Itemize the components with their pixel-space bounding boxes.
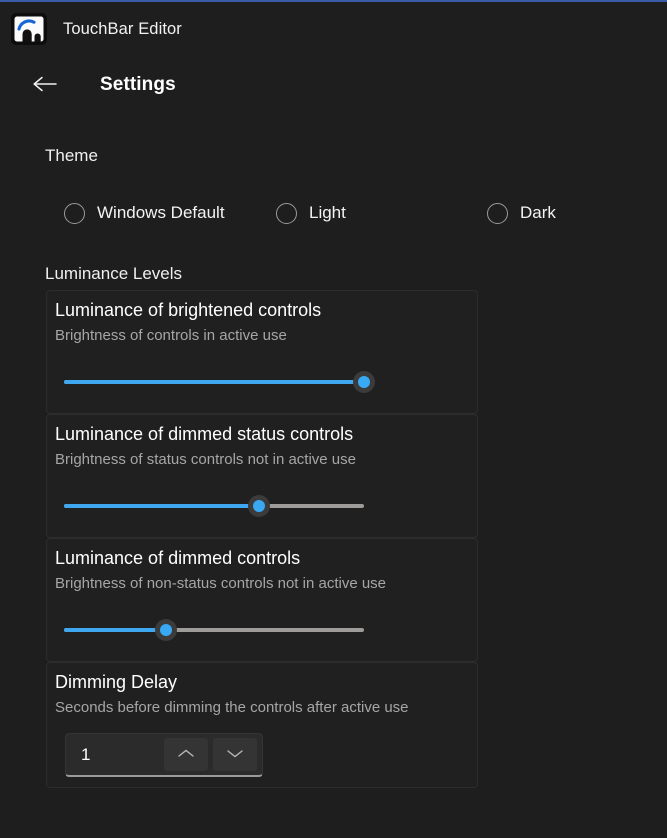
settings-content: Theme Windows Default Light Dark Luminance… xyxy=(0,122,667,838)
theme-section-header: Theme xyxy=(45,146,98,165)
slider-fill xyxy=(64,380,364,384)
setting-card-subtitle: Brightness of non-status controls not in… xyxy=(55,575,387,592)
radio-circle-icon xyxy=(487,202,508,224)
dimming-delay-decrement-button[interactable] xyxy=(213,738,257,771)
setting-card-subtitle: Brightness of controls in active use xyxy=(55,327,287,344)
nav-header: Settings xyxy=(0,62,667,108)
chevron-down-icon xyxy=(226,747,244,762)
slider-thumb[interactable] xyxy=(155,619,177,641)
app-window: TouchBar Editor Settings Theme Windows D… xyxy=(0,0,667,838)
luminance-section-header: Luminance Levels xyxy=(45,264,183,283)
dimming-delay-increment-button[interactable] xyxy=(164,738,208,771)
setting-card-luminance-of-dimmed-status-controls: Luminance of dimmed status controls Brigh… xyxy=(46,414,478,538)
setting-card-subtitle: Brightness of status controls not in act… xyxy=(55,451,356,468)
theme-radio-label: Windows Default xyxy=(97,203,225,222)
slider-luminance-of-dimmed-controls[interactable] xyxy=(64,616,364,646)
slider-fill xyxy=(64,628,166,632)
back-arrow-icon xyxy=(31,74,59,97)
setting-card-title: Dimming Delay xyxy=(55,672,178,692)
setting-card-title: Luminance of dimmed status controls xyxy=(55,424,354,444)
touchbar-app-icon xyxy=(9,9,49,49)
slider-fill xyxy=(64,504,259,508)
slider-luminance-of-dimmed-status-controls[interactable] xyxy=(64,492,364,522)
slider-thumb-inner xyxy=(160,624,172,636)
radio-circle-icon xyxy=(276,202,297,224)
setting-card-luminance-of-brightened-controls: Luminance of brightened controls Brightne… xyxy=(46,290,478,414)
setting-card-title: Luminance of dimmed controls xyxy=(55,548,301,568)
theme-radio-label: Light xyxy=(309,203,346,222)
chevron-up-icon xyxy=(177,747,195,762)
setting-card-luminance-of-dimmed-controls: Luminance of dimmed controls Brightness o… xyxy=(46,538,478,662)
theme-radio-dark[interactable]: Dark xyxy=(487,194,556,232)
theme-radio-label: Dark xyxy=(520,203,556,222)
app-title: TouchBar Editor xyxy=(63,19,182,38)
back-button[interactable] xyxy=(23,66,67,104)
setting-card-title: Luminance of brightened controls xyxy=(55,300,322,320)
setting-card-dimming-delay: Dimming Delay Seconds before dimming the … xyxy=(46,662,478,788)
setting-card-subtitle: Seconds before dimming the controls afte… xyxy=(55,699,409,716)
theme-radio-windows-default[interactable]: Windows Default xyxy=(64,194,225,232)
page-title: Settings xyxy=(100,74,176,95)
slider-thumb-inner xyxy=(358,376,370,388)
theme-radio-group: Windows Default Light Dark xyxy=(45,194,605,234)
slider-thumb[interactable] xyxy=(248,495,270,517)
title-bar: TouchBar Editor xyxy=(0,2,667,56)
theme-radio-light[interactable]: Light xyxy=(276,194,346,232)
dimming-delay-input[interactable] xyxy=(66,733,164,776)
slider-thumb[interactable] xyxy=(353,371,375,393)
radio-circle-icon xyxy=(64,202,85,224)
slider-luminance-of-brightened-controls[interactable] xyxy=(64,368,375,398)
dimming-delay-numberbox[interactable] xyxy=(65,733,263,777)
slider-thumb-inner xyxy=(253,500,265,512)
